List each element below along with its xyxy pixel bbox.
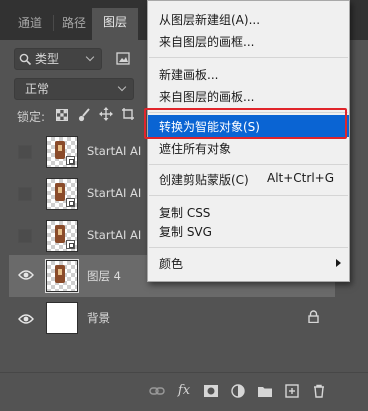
menu-item-frame-from-layers[interactable]: 来自图层的画框... <box>148 30 349 52</box>
callout-highlight-box <box>144 108 347 139</box>
chevron-down-icon <box>117 82 127 92</box>
menu-item-label: 创建剪贴蒙版(C) <box>159 173 249 187</box>
brush-icon[interactable] <box>78 108 91 122</box>
layer-thumbnail <box>46 136 78 168</box>
blend-mode-label: 正常 <box>25 82 50 96</box>
layer-context-menu: 从图层新建组(A)... 来自图层的画框... 新建画板... 来自图层的画板.… <box>147 0 350 282</box>
menu-item-label: 复制 SVG <box>159 225 212 239</box>
menu-item-label: 遮住所有对象 <box>159 142 232 156</box>
tab-paths[interactable]: 路径 <box>56 9 92 40</box>
move-icon[interactable] <box>99 107 113 121</box>
smart-object-badge-icon <box>66 240 75 249</box>
blend-mode-dropdown[interactable]: 正常 <box>14 78 134 100</box>
layer-name[interactable]: 图层 4 <box>87 268 121 284</box>
menu-item-shortcut: Alt+Ctrl+G <box>267 171 335 185</box>
layer-thumbnail <box>46 178 78 210</box>
adjustment-icon[interactable] <box>230 383 246 399</box>
menu-item-color[interactable]: 颜色 <box>148 252 349 274</box>
artboard-lock-icon[interactable] <box>121 107 135 121</box>
new-layer-icon[interactable] <box>284 383 300 399</box>
mask-icon[interactable] <box>203 383 219 399</box>
layer-name[interactable]: StartAI AI <box>87 228 141 242</box>
smart-object-badge-icon <box>66 198 75 207</box>
layer-thumbnail <box>46 302 78 334</box>
menu-item-label: 来自图层的画框... <box>159 35 255 49</box>
menu-item-label: 复制 CSS <box>159 206 211 220</box>
eye-icon[interactable] <box>18 312 34 326</box>
menu-item-artboard-from-layers[interactable]: 来自图层的画板... <box>148 85 349 107</box>
filter-label: 类型 <box>35 52 60 66</box>
menu-item-label: 从图层新建组(A)... <box>159 13 261 27</box>
lock-icon <box>308 310 319 323</box>
menu-item-new-group-from-layers[interactable]: 从图层新建组(A)... <box>148 8 349 30</box>
submenu-arrow-icon <box>336 259 341 267</box>
visibility-toggle-off[interactable] <box>18 145 32 159</box>
chevron-down-icon <box>85 52 95 62</box>
menu-item-create-clipping-mask[interactable]: 创建剪贴蒙版(C) Alt+Ctrl+G <box>148 168 349 190</box>
layer-name[interactable]: StartAI AI <box>87 144 141 158</box>
menu-item-new-artboard[interactable]: 新建画板... <box>148 63 349 85</box>
menu-separator <box>149 57 348 58</box>
menu-separator <box>149 195 348 196</box>
layer-name[interactable]: 背景 <box>87 310 110 326</box>
menu-item-label: 新建画板... <box>159 68 219 82</box>
lock-label: 锁定: <box>17 110 46 124</box>
layer-thumbnail <box>46 220 78 252</box>
menu-item-label: 来自图层的画板... <box>159 90 255 104</box>
layer-filter-dropdown[interactable]: 类型 <box>14 48 102 70</box>
tab-divider <box>53 15 54 31</box>
menu-separator <box>149 164 348 165</box>
menu-separator <box>149 247 348 248</box>
smart-object-badge-icon <box>66 156 75 165</box>
tab-channels[interactable]: 通道 <box>11 9 49 40</box>
lock-transparent-icon[interactable] <box>56 109 68 121</box>
layer-row[interactable]: 背景 <box>9 297 335 339</box>
fx-icon[interactable]: fx <box>176 383 192 399</box>
visibility-toggle-off[interactable] <box>18 187 32 201</box>
search-icon <box>19 53 32 66</box>
tab-layers[interactable]: 图层 <box>92 8 138 40</box>
menu-item-mask-all-objects[interactable]: 遮住所有对象 <box>148 137 349 159</box>
layer-thumbnail <box>45 259 79 293</box>
menu-item-copy-svg[interactable]: 复制 SVG <box>148 220 349 242</box>
eye-icon[interactable] <box>18 268 34 282</box>
visibility-toggle-off[interactable] <box>18 229 32 243</box>
menu-item-label: 颜色 <box>159 257 184 271</box>
layer-name[interactable]: StartAI AI <box>87 186 141 200</box>
folder-icon[interactable] <box>257 383 273 399</box>
link-icon[interactable] <box>149 383 165 399</box>
trash-icon[interactable] <box>311 383 327 399</box>
image-filter-icon[interactable] <box>116 52 130 65</box>
layers-bottom-toolbar: fx <box>0 372 368 411</box>
